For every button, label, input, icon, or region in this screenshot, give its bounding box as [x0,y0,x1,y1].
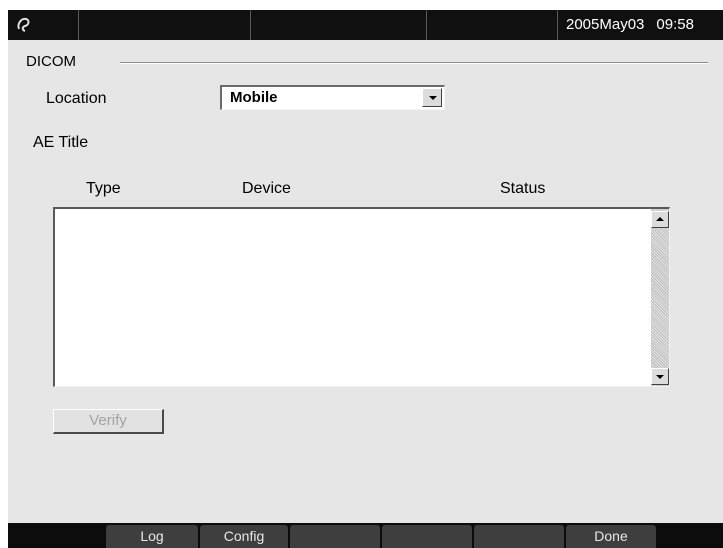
location-dropdown-value: Mobile [230,89,278,106]
verify-button[interactable]: Verify [53,409,164,434]
softkey-done[interactable]: Done [566,525,656,548]
brand-logo-icon [14,15,34,35]
chevron-down-icon[interactable] [422,88,442,107]
scroll-up-arrow-icon[interactable] [651,211,669,228]
device-list[interactable] [53,207,670,387]
column-header-device: Device [242,180,291,198]
scroll-down-arrow-icon[interactable] [651,368,669,385]
list-scrollbar[interactable] [651,209,669,386]
logo-cell [8,10,79,40]
location-label: Location [46,90,107,108]
group-divider [120,62,708,64]
dicom-config-screen: 2005May03 09:58 DICOM Location Mobile AE … [8,10,723,548]
softkey-blank-5[interactable] [474,525,564,548]
softkey-blank-4[interactable] [382,525,472,548]
softkey-log[interactable]: Log [106,525,198,548]
ae-title-label: AE Title [33,134,88,152]
status-cell-2 [79,10,251,40]
date-text: 2005May03 [566,16,644,33]
time-text: 09:58 [656,16,694,33]
soft-key-bar: Log Config Done [8,523,723,548]
dicom-group-title: DICOM [26,53,76,70]
column-header-type: Type [86,180,121,198]
softkey-config[interactable]: Config [200,525,288,548]
location-dropdown[interactable]: Mobile [220,85,445,110]
status-cell-4 [427,10,558,40]
top-status-bar: 2005May03 09:58 [8,10,723,40]
status-cell-3 [251,10,427,40]
softkey-blank-3[interactable] [290,525,380,548]
column-header-status: Status [500,180,545,198]
date-time-display: 2005May03 09:58 [558,10,723,40]
